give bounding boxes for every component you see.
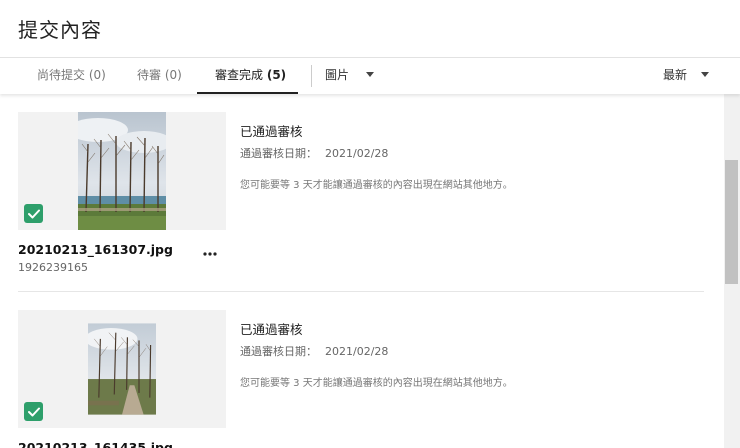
check-icon [27, 209, 40, 218]
review-status: 已通過審核 [240, 322, 303, 337]
approval-date-label: 通過審核日期： [240, 147, 317, 160]
tab-pending-submit[interactable]: 尚待提交 (0) [37, 58, 106, 94]
scrollbar-thumb[interactable] [725, 160, 738, 284]
submission-list: 20210213_161307.jpg 1926239165 已通過審核 通過審… [0, 94, 724, 448]
check-icon [27, 407, 40, 416]
approval-date-label: 通過審核日期： [240, 345, 317, 358]
page-header: 提交內容 [0, 0, 740, 58]
sort-dropdown[interactable]: 最新 [663, 58, 710, 94]
tab-count: (5) [266, 68, 287, 82]
review-status: 已通過審核 [240, 124, 303, 139]
photo-image [78, 112, 166, 230]
active-tab-indicator [197, 92, 298, 94]
approval-date-row: 通過審核日期： 2021/02/28 [240, 145, 388, 161]
approval-date: 2021/02/28 [325, 147, 389, 160]
tab-review-complete[interactable]: 審查完成 (5) [215, 58, 286, 94]
card-separator [18, 291, 704, 292]
approval-note: 您可能要等 3 天才能讓通過審核的內容出現在網站其他地方。 [240, 378, 513, 389]
tab-count: (0) [164, 68, 182, 82]
tab-label: 待審 [137, 68, 162, 82]
page-title: 提交內容 [18, 18, 102, 42]
caret-down-icon [366, 72, 375, 77]
approval-date-row: 通過審核日期： 2021/02/28 [240, 343, 388, 359]
scrollbar[interactable] [724, 94, 740, 448]
more-options-icon[interactable] [201, 249, 219, 259]
divider [311, 65, 312, 87]
media-type-dropdown[interactable]: 圖片 [325, 58, 375, 94]
file-id: 1926239165 [18, 261, 88, 274]
caret-down-icon [701, 72, 710, 77]
tab-under-review[interactable]: 待審 (0) [137, 58, 182, 94]
media-type-value: 圖片 [325, 68, 350, 82]
sort-value: 最新 [663, 68, 688, 82]
thumbnail[interactable] [18, 112, 226, 230]
photo-image [88, 323, 156, 415]
approval-date: 2021/02/28 [325, 345, 389, 358]
tab-bar: 尚待提交 (0) 待審 (0) 審查完成 (5) 圖片 最新 [0, 58, 740, 94]
tab-label: 審查完成 [215, 68, 264, 82]
tab-label: 尚待提交 [37, 68, 86, 82]
thumbnail[interactable] [18, 310, 226, 428]
approval-note: 您可能要等 3 天才能讓通過審核的內容出現在網站其他地方。 [240, 180, 513, 191]
tab-count: (0) [88, 68, 106, 82]
selected-checkbox[interactable] [24, 204, 43, 223]
selected-checkbox[interactable] [24, 402, 43, 421]
file-name: 20210213_161307.jpg [18, 242, 173, 257]
file-name: 20210213_161435.jpg [18, 440, 173, 448]
